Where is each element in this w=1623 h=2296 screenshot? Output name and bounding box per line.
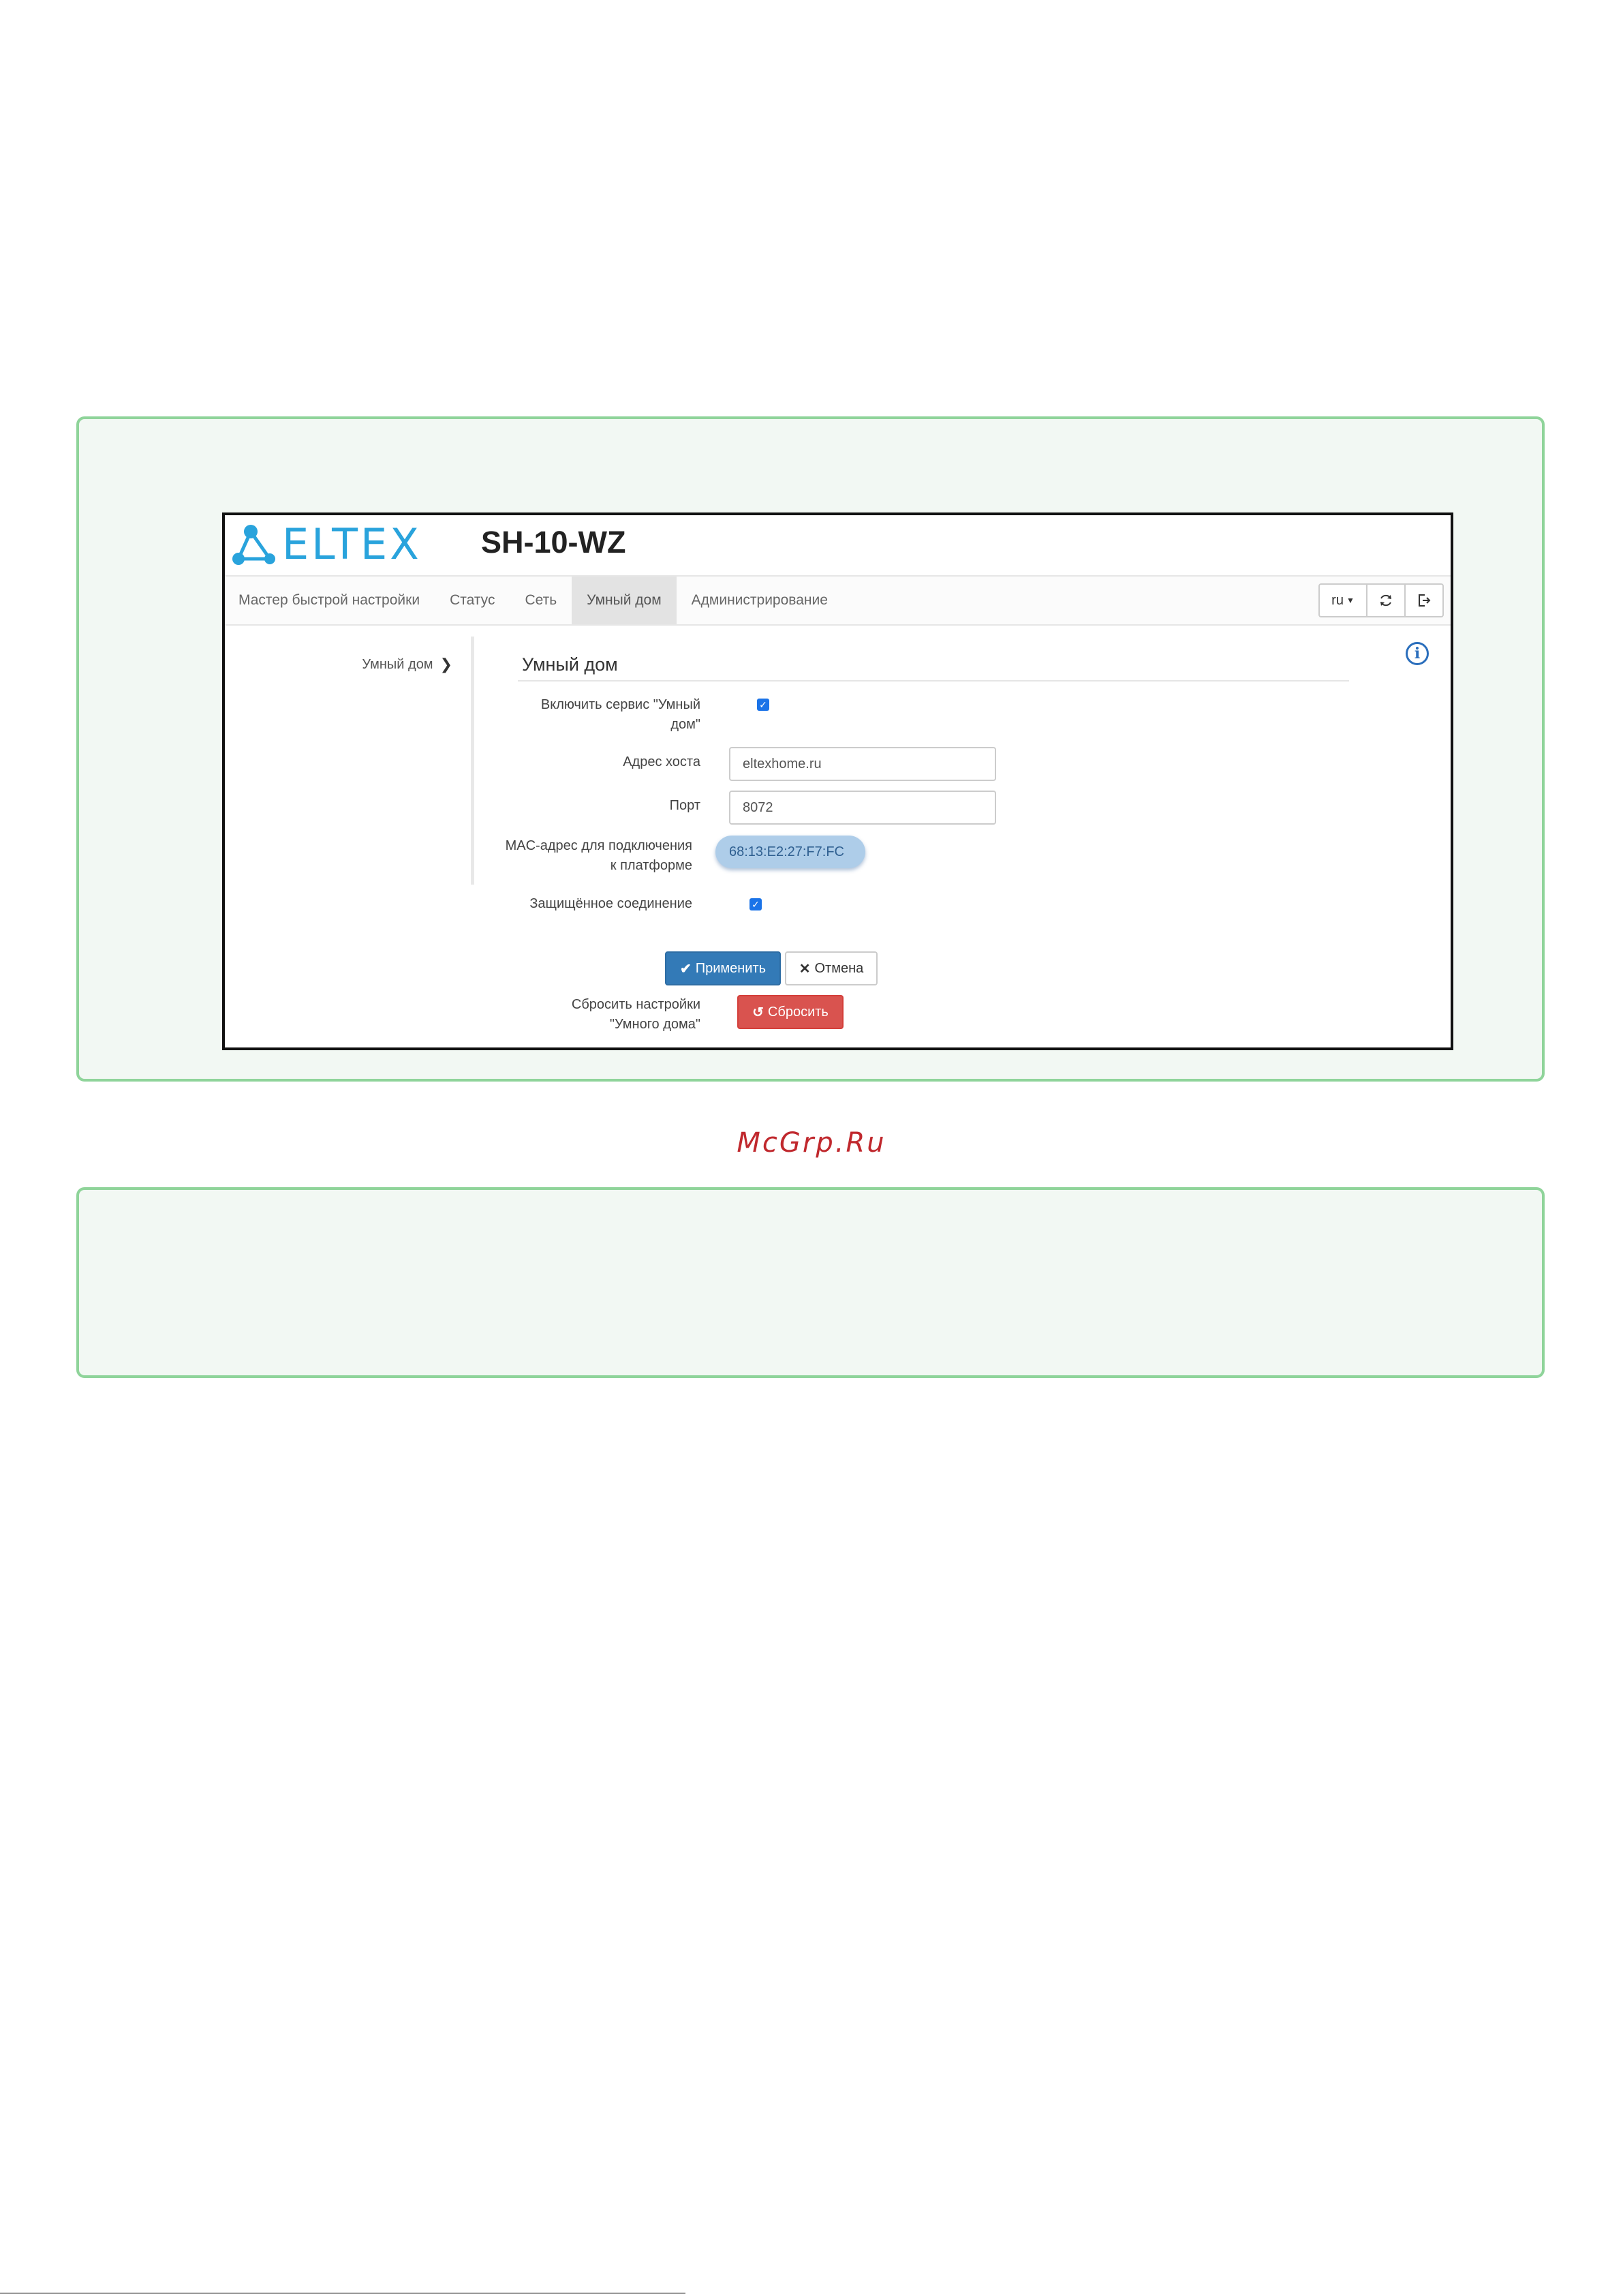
- close-icon: ✕: [799, 961, 811, 977]
- nav-tools: ru ▼: [1318, 583, 1444, 617]
- apply-button[interactable]: ✔ Применить: [665, 951, 781, 985]
- main-nav: Мастер быстрой настройки Статус Сеть Умн…: [225, 575, 1451, 626]
- note-box-bottom: [76, 1187, 1545, 1378]
- reset-settings-label: Сбросить настройки "Умного дома": [571, 997, 700, 1032]
- reset-button-label: Сбросить: [767, 1004, 829, 1020]
- nav-item-status[interactable]: Статус: [435, 577, 510, 624]
- section-title: Умный дом: [522, 654, 618, 675]
- sidebar-divider: [471, 637, 474, 885]
- reset-button[interactable]: ↺ Сбросить: [737, 995, 844, 1029]
- host-address-input[interactable]: [729, 747, 996, 781]
- nav-item-smart-home[interactable]: Умный дом: [572, 577, 677, 624]
- refresh-button[interactable]: [1366, 583, 1406, 617]
- logout-button[interactable]: [1404, 583, 1444, 617]
- caret-down-icon: ▼: [1346, 596, 1355, 605]
- sidebar-item-label: Умный дом: [362, 656, 433, 672]
- language-value: ru: [1331, 592, 1344, 608]
- cancel-button-label: Отмена: [814, 960, 864, 976]
- secure-connection-label: Защищённое соединение: [529, 896, 692, 911]
- eltex-logo: ELTEX: [230, 522, 422, 567]
- enable-service-checkbox[interactable]: ✓: [757, 699, 769, 711]
- mac-address-value: 68:13:E2:27:F7:FC: [715, 836, 865, 868]
- watermark: McGrp.Ru: [737, 1127, 886, 1159]
- check-icon: ✔: [679, 961, 692, 977]
- cancel-button[interactable]: ✕ Отмена: [785, 951, 878, 985]
- nav-item-administration[interactable]: Администрирование: [677, 577, 843, 624]
- screenshot-frame: ELTEX SH-10-WZ Мастер быстрой настройки …: [222, 512, 1453, 1050]
- footer-rule: [0, 2293, 685, 2294]
- port-label: Порт: [669, 798, 700, 813]
- section-divider: [518, 680, 1349, 682]
- apply-button-label: Применить: [695, 960, 767, 976]
- enable-service-label: Включить сервис "Умный дом": [540, 697, 700, 732]
- mac-address-label: MAC-адрес для подключения к платформе: [505, 838, 692, 873]
- top-bar: ELTEX SH-10-WZ: [225, 515, 1451, 575]
- language-dropdown[interactable]: ru ▼: [1318, 583, 1367, 617]
- logo-text: ELTEX: [282, 519, 422, 569]
- nav-item-quick-setup[interactable]: Мастер быстрой настройки: [225, 577, 435, 624]
- refresh-icon: [1380, 594, 1391, 607]
- eltex-logo-icon: [232, 525, 275, 565]
- logout-icon: [1419, 594, 1431, 607]
- port-input[interactable]: [729, 791, 996, 825]
- sidebar-item-smart-home[interactable]: Умный дом ❯: [362, 656, 452, 673]
- host-address-label: Адрес хоста: [623, 754, 700, 769]
- secure-connection-checkbox[interactable]: ✓: [749, 898, 762, 910]
- device-model: SH-10-WZ: [481, 525, 626, 560]
- info-icon[interactable]: i: [1406, 642, 1429, 665]
- chevron-right-icon: ❯: [439, 656, 452, 673]
- nav-item-network[interactable]: Сеть: [510, 577, 572, 624]
- undo-icon: ↺: [752, 1005, 764, 1020]
- side-menu: Умный дом ❯: [225, 626, 470, 898]
